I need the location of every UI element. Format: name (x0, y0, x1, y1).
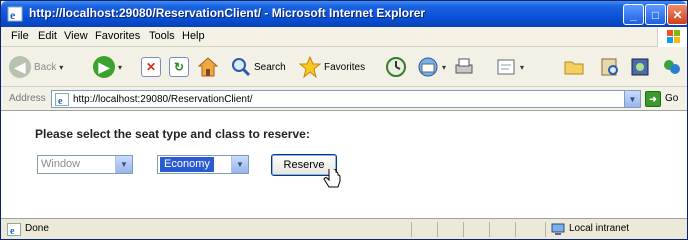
favorites-button[interactable]: Favorites (299, 55, 365, 79)
ie-page-icon: e (55, 93, 69, 106)
status-divider (515, 222, 516, 237)
stop-button[interactable]: ✕ (141, 55, 161, 79)
status-divider (411, 222, 412, 237)
seat-type-select[interactable]: Window ▼ (37, 155, 133, 174)
seat-class-select[interactable]: Economy ▼ (157, 155, 249, 174)
messenger-button[interactable] (629, 55, 651, 79)
menu-favorites[interactable]: Favorites (95, 30, 140, 42)
ie-window: e http://localhost:29080/ReservationClie… (0, 0, 688, 240)
go-label[interactable]: Go (665, 93, 678, 104)
messenger-icon (631, 58, 649, 76)
menu-view[interactable]: View (64, 30, 88, 42)
stop-icon: ✕ (141, 57, 161, 77)
search-button[interactable]: Search (231, 55, 286, 79)
edit-button[interactable]: ▾ (495, 55, 524, 79)
chevron-down-icon: ▼ (231, 156, 248, 173)
ie-page-icon: e (7, 6, 23, 22)
menu-edit[interactable]: Edit (38, 30, 57, 42)
refresh-button[interactable]: ↻ (169, 55, 189, 79)
page-content: Please select the seat type and class to… (1, 111, 687, 219)
status-divider (489, 222, 490, 237)
mail-button[interactable]: ▾ (417, 55, 446, 79)
back-arrow-icon: ◀ (9, 56, 31, 78)
mail-icon (418, 57, 438, 77)
search-icon (232, 58, 251, 77)
status-text: Done (25, 223, 49, 234)
chevron-down-icon: ▾ (59, 62, 64, 72)
go-button[interactable]: ➜ (645, 91, 661, 107)
print-button[interactable] (453, 55, 475, 79)
favorites-label: Favorites (324, 61, 366, 73)
windows-logo-icon (657, 27, 687, 47)
status-divider (545, 222, 546, 237)
status-bar: e Done Local intranet (1, 219, 687, 239)
history-button[interactable] (385, 55, 407, 79)
msn-button[interactable] (661, 55, 683, 79)
back-label: Back (34, 61, 57, 73)
minimize-icon: _ (630, 7, 637, 22)
toolbar: ◀ Back ▾ ▶ ▾ ✕ ↻ Search Favorites ▾ ▾ (1, 47, 687, 87)
menu-help[interactable]: Help (182, 30, 205, 42)
menu-file[interactable]: File (11, 30, 29, 42)
search-label: Search (254, 61, 286, 73)
research-button[interactable] (599, 55, 621, 79)
forward-arrow-icon: ▶ (93, 56, 115, 78)
close-button[interactable]: ✕ (667, 4, 687, 25)
forward-button[interactable]: ▶ ▾ (93, 55, 122, 79)
menu-tools[interactable]: Tools (149, 30, 175, 42)
address-dropdown-button[interactable]: ▼ (624, 91, 640, 107)
ie-page-icon: e (7, 223, 21, 236)
back-button[interactable]: ◀ Back ▾ (9, 55, 63, 79)
edit-icon (497, 59, 515, 75)
svg-text:e: e (10, 226, 15, 236)
chevron-down-icon: ▾ (442, 62, 447, 72)
hand-cursor-icon (323, 169, 341, 188)
address-input[interactable]: e http://localhost:29080/ReservationClie… (51, 90, 641, 108)
reservation-prompt: Please select the seat type and class to… (35, 127, 310, 141)
home-button[interactable] (197, 55, 219, 79)
security-zone-label: Local intranet (569, 223, 630, 234)
maximize-button[interactable]: □ (645, 4, 666, 25)
history-icon (386, 57, 406, 77)
address-label: Address (9, 93, 46, 104)
chevron-down-icon: ▼ (628, 94, 637, 104)
menu-bar: File Edit View Favorites Tools Help (1, 27, 687, 47)
status-divider (463, 222, 464, 237)
svg-text:e: e (10, 8, 16, 22)
chevron-down-icon: ▼ (115, 156, 132, 173)
msn-icon (664, 60, 680, 74)
close-icon: ✕ (672, 7, 683, 22)
print-icon (455, 58, 473, 74)
favorites-star-icon (299, 56, 321, 78)
folder-button[interactable] (563, 55, 585, 79)
reserve-button-label: Reserve (283, 159, 325, 171)
svg-text:e: e (58, 96, 63, 106)
chevron-down-icon: ▾ (520, 62, 525, 72)
seat-class-value: Economy (160, 157, 214, 172)
address-bar: Address e http://localhost:29080/Reserva… (1, 87, 687, 111)
seat-type-value: Window (41, 158, 81, 170)
home-icon (197, 57, 219, 77)
folder-icon (564, 61, 584, 75)
address-url: http://localhost:29080/ReservationClient… (73, 94, 253, 105)
go-arrow-icon: ➜ (649, 93, 657, 104)
chevron-down-icon: ▾ (118, 62, 123, 72)
window-title: http://localhost:29080/ReservationClient… (29, 6, 426, 20)
local-intranet-icon (551, 223, 565, 235)
maximize-icon: □ (651, 7, 660, 22)
refresh-icon: ↻ (169, 57, 189, 77)
research-icon (601, 58, 618, 76)
status-divider (437, 222, 438, 237)
minimize-button[interactable]: _ (623, 4, 644, 25)
title-bar[interactable]: e http://localhost:29080/ReservationClie… (1, 1, 687, 27)
